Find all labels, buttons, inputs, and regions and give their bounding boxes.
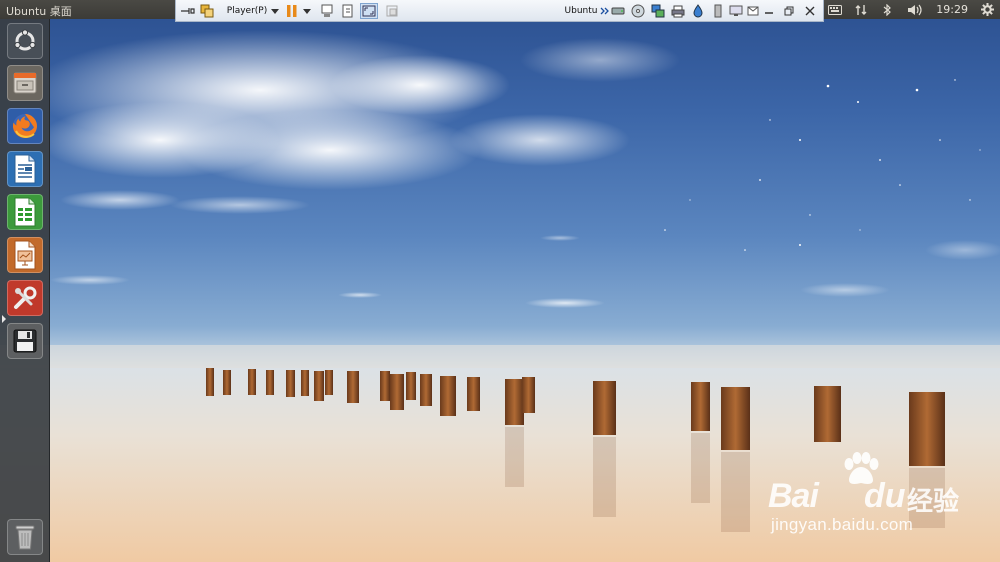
send-ctrl-alt-del-icon[interactable] [319, 3, 335, 19]
firefox-icon [12, 114, 37, 138]
launcher-libreoffice-writer[interactable] [7, 151, 43, 187]
display-icon[interactable] [728, 3, 744, 19]
launcher-dash-home[interactable] [7, 23, 43, 59]
launcher-trash[interactable] [7, 519, 43, 555]
unity-mode-icon[interactable] [384, 3, 400, 19]
launcher-libreoffice-impress[interactable] [7, 237, 43, 273]
watermark-url: jingyan.baidu.com [771, 515, 914, 534]
vm-name-label: Ubuntu [564, 6, 598, 16]
desktop-title: Ubuntu 桌面 [6, 5, 72, 18]
volume-icon[interactable] [906, 3, 924, 17]
floppy-disk-icon [13, 329, 37, 353]
player-menu[interactable]: Player(P) [225, 3, 281, 19]
keyboard-icon[interactable] [828, 3, 843, 17]
writer-document-icon [14, 154, 36, 184]
fullscreen-icon[interactable] [360, 3, 378, 19]
active-app-indicator [2, 315, 6, 323]
calc-spreadsheet-icon [14, 197, 36, 227]
launcher-firefox[interactable] [7, 108, 43, 144]
cd-dvd-icon[interactable] [630, 3, 646, 19]
trash-icon [15, 525, 35, 550]
launcher-libreoffice-calc[interactable] [7, 194, 43, 230]
bluetooth-icon[interactable] [880, 3, 894, 17]
network-adapter-icon[interactable] [650, 3, 666, 19]
gear-icon[interactable] [980, 3, 994, 17]
minimize-icon[interactable] [761, 3, 777, 19]
player-menu-label: Player(P) [226, 6, 268, 16]
ubuntu-logo-icon [14, 29, 36, 51]
launcher-save-disk[interactable] [7, 323, 43, 359]
file-cabinet-icon [13, 72, 37, 94]
launcher-files[interactable] [7, 65, 43, 101]
impress-presentation-icon [14, 240, 36, 270]
sound-card-icon[interactable] [690, 3, 706, 19]
dropdown-arrow-icon[interactable] [302, 3, 312, 19]
launcher-system-settings[interactable] [7, 280, 43, 316]
removable-device-icon[interactable] [340, 3, 356, 19]
restore-icon[interactable] [781, 3, 797, 19]
printer-icon[interactable] [670, 3, 686, 19]
message-icon[interactable] [746, 3, 760, 19]
chevron-down-icon [271, 8, 280, 14]
pause-icon[interactable] [286, 3, 298, 19]
hard-disk-icon[interactable] [610, 3, 626, 19]
unpin-icon[interactable] [180, 3, 196, 19]
unity-launcher [0, 19, 50, 562]
usb-icon[interactable] [710, 3, 726, 19]
watermark-brand-du: du [864, 477, 906, 515]
system-tray: 19:29 [828, 0, 994, 19]
watermark-brand-cn: 经验 [907, 487, 960, 517]
vmware-player-toolbar: Player(P) Ubuntu [175, 0, 824, 22]
baidu-jingyan-watermark: Bai du 经验 jingyan.baidu.com [768, 452, 998, 542]
vmware-logo-icon[interactable] [199, 3, 215, 19]
settings-tools-icon [14, 286, 37, 309]
watermark-brand-bai: Bai [768, 477, 819, 515]
chevron-right-icon[interactable] [599, 3, 609, 19]
close-icon[interactable] [802, 3, 818, 19]
network-icon[interactable] [854, 3, 868, 17]
clock[interactable]: 19:29 [936, 3, 968, 16]
